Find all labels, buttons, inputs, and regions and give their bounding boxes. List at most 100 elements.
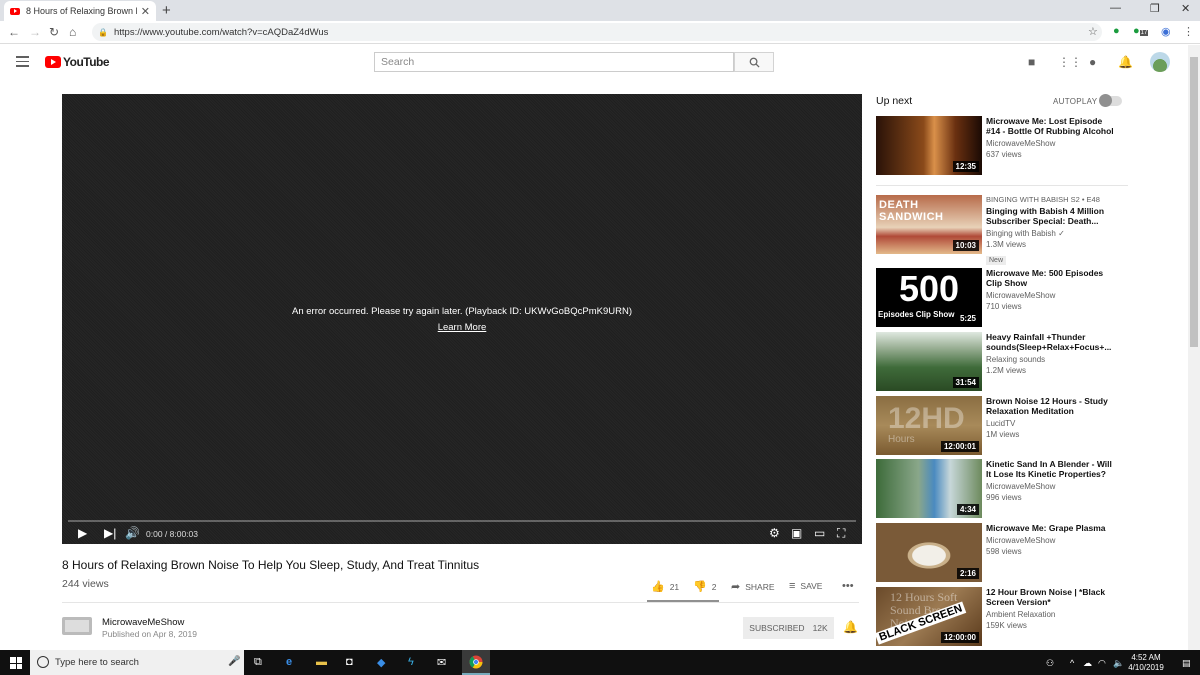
rec-title[interactable]: Microwave Me: 500 Episodes Clip Show	[986, 268, 1114, 288]
recommended-video[interactable]: 4:34 Kinetic Sand In A Blender - Will It…	[876, 459, 1176, 519]
tray-chevron-icon[interactable]: ^	[1070, 658, 1074, 668]
recommended-video[interactable]: 12:35 Microwave Me: Lost Episode #14 - B…	[876, 116, 1176, 176]
file-explorer-icon[interactable]: ▬	[316, 656, 327, 668]
chrome-taskbar-button[interactable]	[462, 650, 490, 675]
video-thumbnail[interactable]: 12HD Hours 12:00:01	[876, 396, 982, 455]
theater-mode-icon[interactable]: ▭	[814, 526, 825, 540]
windows-taskbar: Type here to search 🎤 ⧉ e ▬ ◘ ◆ ϟ ✉ ⚇ ^ …	[0, 650, 1200, 675]
next-video-icon[interactable]: ▶|	[104, 526, 116, 540]
lightning-app-icon[interactable]: ϟ	[408, 656, 414, 668]
video-player[interactable]: An error occurred. Please try again late…	[62, 94, 862, 544]
search-input[interactable]: Search	[374, 52, 734, 72]
recommended-video[interactable]: 2:16 Microwave Me: Grape Plasma Microwav…	[876, 523, 1176, 583]
video-thumbnail[interactable]: 12:35	[876, 116, 982, 175]
windows-start-icon[interactable]	[10, 657, 22, 669]
reload-icon[interactable]: ↻	[49, 25, 59, 39]
recommended-video[interactable]: 12HD Hours 12:00:01 Brown Noise 12 Hours…	[876, 396, 1176, 456]
account-avatar[interactable]	[1150, 52, 1170, 72]
rec-title[interactable]: Kinetic Sand In A Blender - Will It Lose…	[986, 459, 1114, 479]
apps-grid-icon[interactable]: ⋮⋮	[1058, 55, 1082, 69]
video-thumbnail[interactable]: 500 Episodes Clip Show 5:25	[876, 268, 982, 327]
rec-channel: LucidTV	[986, 419, 1016, 428]
video-thumbnail[interactable]: 2:16	[876, 523, 982, 582]
clock-time: 4:52 AM	[1131, 653, 1161, 662]
video-thumbnail[interactable]: 12 Hours Soft Sound Brown Noise BLACK SC…	[876, 587, 982, 646]
url-text: https://www.youtube.com/watch?v=cAQDaZ4d…	[113, 26, 329, 38]
tab-close-icon[interactable]: ✕	[141, 5, 150, 18]
dropbox-icon[interactable]: ◆	[377, 656, 385, 669]
rec-title[interactable]: Brown Noise 12 Hours - Study Relaxation …	[986, 396, 1114, 416]
recommended-video[interactable]: DEATH SANDWICH 10:03 BINGING WITH BABISH…	[876, 195, 1176, 265]
back-icon[interactable]: ←	[8, 25, 20, 39]
youtube-header: YouTube Search ■ ⋮⋮ ● 🔔	[0, 45, 1188, 81]
scrollbar-thumb[interactable]	[1190, 57, 1198, 347]
search-button[interactable]	[734, 52, 774, 72]
miniplayer-icon[interactable]: ▣	[791, 526, 802, 540]
fullscreen-icon[interactable]: ⛶	[837, 526, 845, 541]
channel-name[interactable]: MicrowaveMeShow	[102, 617, 184, 628]
rec-views: 710 views	[986, 302, 1022, 311]
store-bag-icon[interactable]: ◘	[346, 656, 353, 668]
menu-icon[interactable]	[16, 56, 29, 67]
browser-tab[interactable]: 8 Hours of Relaxing Brown Noise ✕	[4, 1, 156, 21]
play-icon[interactable]: ▶	[78, 526, 87, 540]
page-scrollbar[interactable]	[1188, 45, 1200, 650]
minimize-icon[interactable]: —	[1110, 2, 1121, 14]
subscribe-button[interactable]: SUBSCRIBED 12K	[743, 617, 834, 639]
autoplay-label: AUTOPLAY	[1053, 97, 1098, 106]
progress-bar[interactable]	[68, 520, 856, 522]
youtube-logo[interactable]: YouTube	[45, 55, 110, 69]
rec-views: 1M views	[986, 430, 1020, 439]
learn-more-link[interactable]: Learn More	[62, 322, 862, 333]
edge-browser-icon[interactable]: e	[286, 656, 292, 668]
address-bar[interactable]: 🔒 https://www.youtube.com/watch?v=cAQDaZ…	[92, 23, 1102, 41]
taskbar-search-input[interactable]: Type here to search 🎤	[30, 650, 244, 675]
forward-icon[interactable]: →	[29, 25, 41, 39]
notifications-bell-icon[interactable]: 🔔	[1118, 55, 1133, 69]
channel-bell-icon[interactable]: 🔔	[843, 620, 858, 634]
save-button[interactable]: ≡ SAVE	[789, 580, 822, 592]
rec-title[interactable]: Microwave Me: Lost Episode #14 - Bottle …	[986, 116, 1114, 136]
system-clock[interactable]: 4:52 AM 4/10/2019	[1120, 653, 1172, 673]
share-button[interactable]: ➦ SHARE	[731, 580, 775, 593]
rec-title[interactable]: Microwave Me: Grape Plasma	[986, 523, 1114, 533]
rec-title[interactable]: 12 Hour Brown Noise | *Black Screen Vers…	[986, 587, 1114, 607]
video-thumbnail[interactable]: DEATH SANDWICH 10:03	[876, 195, 982, 254]
recommended-video[interactable]: 500 Episodes Clip Show 5:25 Microwave Me…	[876, 268, 1176, 328]
more-actions-button[interactable]: •••	[842, 580, 859, 592]
new-tab-button[interactable]: +	[162, 2, 171, 19]
mail-icon[interactable]: ✉	[437, 656, 446, 669]
tab-title: 8 Hours of Relaxing Brown Noise	[26, 6, 137, 16]
microphone-icon[interactable]: 🎤	[228, 656, 240, 667]
dislike-button[interactable]: 👎 2	[693, 580, 716, 593]
like-button[interactable]: 👍 21	[651, 580, 679, 593]
action-center-icon[interactable]: ▤	[1182, 658, 1191, 669]
people-icon[interactable]: ⚇	[1046, 658, 1054, 669]
recommended-video[interactable]: 12 Hours Soft Sound Brown Noise BLACK SC…	[876, 587, 1176, 647]
like-count: 21	[669, 581, 680, 592]
home-icon[interactable]: ⌂	[69, 25, 76, 39]
close-window-icon[interactable]: ✕	[1181, 2, 1190, 15]
youtube-play-logo-icon	[45, 56, 61, 68]
bookmark-star-icon[interactable]: ☆	[1088, 25, 1098, 38]
channel-avatar[interactable]	[62, 617, 92, 635]
rec-title[interactable]: Heavy Rainfall +Thunder sounds(Sleep+Rel…	[986, 332, 1114, 352]
onedrive-cloud-icon[interactable]: ☁	[1083, 658, 1092, 669]
restore-icon[interactable]: ❐	[1150, 2, 1160, 15]
extension-badge-icon[interactable]: ●17	[1133, 25, 1149, 37]
settings-gear-icon[interactable]: ⚙	[769, 526, 780, 540]
volume-icon[interactable]: 🔊	[125, 526, 140, 540]
extension-check-icon[interactable]: ●	[1113, 25, 1120, 37]
profile-icon[interactable]: ◉	[1161, 25, 1171, 38]
video-duration: 2:16	[956, 568, 979, 579]
autoplay-toggle[interactable]	[1099, 94, 1122, 107]
video-thumbnail[interactable]: 31:54	[876, 332, 982, 391]
video-thumbnail[interactable]: 4:34	[876, 459, 982, 518]
recommended-video[interactable]: 31:54 Heavy Rainfall +Thunder sounds(Sle…	[876, 332, 1176, 392]
task-view-icon[interactable]: ⧉	[254, 656, 262, 669]
rec-title[interactable]: Binging with Babish 4 Million Subscriber…	[986, 206, 1114, 226]
wifi-icon[interactable]: ◠	[1098, 658, 1106, 669]
chrome-menu-icon[interactable]: ⋮	[1183, 25, 1194, 38]
messages-icon[interactable]: ●	[1089, 55, 1096, 69]
create-video-icon[interactable]: ■	[1028, 55, 1035, 69]
